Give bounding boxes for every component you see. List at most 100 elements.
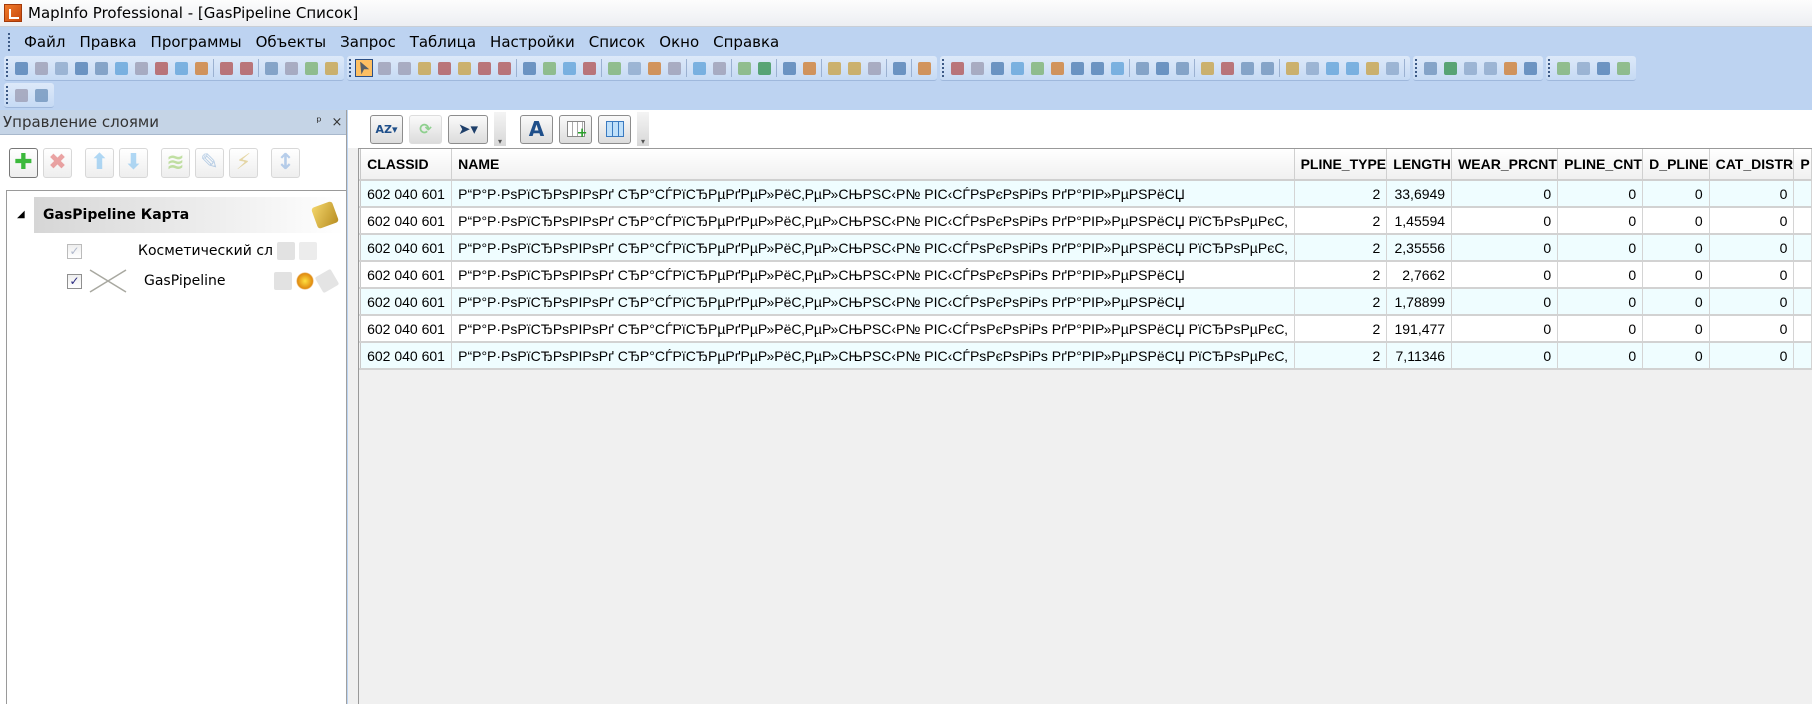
menu-6[interactable]: Настройки <box>483 33 582 51</box>
new-redistrict-button[interactable] <box>1363 59 1381 77</box>
cell-name[interactable]: Р“Р°Р·РѕРїСЂРѕРІРѕРґ СЂР°СЃРїСЂРµРґРµР»Р… <box>451 234 1295 262</box>
layer-control-button[interactable] <box>690 59 708 77</box>
zoom-in-button[interactable] <box>520 59 538 77</box>
cell-d_pline[interactable]: 0 <box>1642 315 1710 343</box>
line-style-button[interactable] <box>282 59 300 77</box>
undo-button[interactable] <box>1258 59 1276 77</box>
add-row-button[interactable]: + <box>559 114 592 144</box>
paste-button[interactable] <box>1238 59 1256 77</box>
table-row[interactable]: 602 040 601 Р“Р°Р·РѕРїСЂРѕРІРѕРґ СЂР°СЃРї… <box>359 207 1812 235</box>
cell-cat_distr[interactable]: 0 <box>1709 288 1795 316</box>
open-gis-button[interactable] <box>1554 59 1572 77</box>
cell-p[interactable] <box>1793 288 1812 316</box>
new-3d-button[interactable] <box>1383 59 1401 77</box>
sort-filter-button[interactable]: AZ▾ <box>370 114 403 144</box>
cell-cat_distr[interactable]: 0 <box>1709 342 1795 370</box>
cell-pline_cnt[interactable]: 0 <box>1557 261 1644 289</box>
layer-row-cosmetic[interactable]: ✓ Косметический сл <box>67 238 317 264</box>
cell-wear_prcnt[interactable]: 0 <box>1451 315 1559 343</box>
text-style-button[interactable] <box>322 59 340 77</box>
close-all-button[interactable] <box>1048 59 1066 77</box>
editable-icon[interactable] <box>274 272 292 290</box>
menu-7[interactable]: Список <box>582 33 653 51</box>
cell-length[interactable]: 1,45594 <box>1386 207 1453 235</box>
ellipse-button[interactable] <box>112 59 130 77</box>
world-map-button[interactable] <box>1574 59 1592 77</box>
cell-wear_prcnt[interactable]: 0 <box>1451 180 1559 208</box>
cell-cat_distr[interactable]: 0 <box>1709 315 1795 343</box>
cell-cat_distr[interactable]: 0 <box>1709 234 1795 262</box>
menu-4[interactable]: Запрос <box>333 33 403 51</box>
change-view-button[interactable] <box>560 59 578 77</box>
open-dbms-button[interactable] <box>1008 59 1026 77</box>
catalog-button[interactable] <box>1481 59 1499 77</box>
menu-5[interactable]: Таблица <box>403 33 483 51</box>
drag-map-button[interactable] <box>645 59 663 77</box>
copy-button[interactable] <box>1218 59 1236 77</box>
remove-layer-button[interactable]: ✖ <box>43 147 72 178</box>
rectangle-button[interactable] <box>132 59 150 77</box>
toolbar-grip[interactable] <box>942 59 945 77</box>
cell-d_pline[interactable]: 0 <box>1642 180 1710 208</box>
table-row[interactable]: 602 040 601 Р“Р°Р·РѕРїСЂРѕРІРѕРґ СЂР°СЃРї… <box>359 315 1812 343</box>
close-icon[interactable]: × <box>328 115 346 130</box>
toolbar-grip[interactable] <box>1548 59 1551 77</box>
visibility-checkbox[interactable]: ✓ <box>67 243 82 259</box>
statistics-button[interactable] <box>755 59 773 77</box>
cell-wear_prcnt[interactable]: 0 <box>1451 234 1559 262</box>
cell-d_pline[interactable]: 0 <box>1642 342 1710 370</box>
cell-name[interactable]: Р“Р°Р·РѕРїСЂРѕРІРѕРґ СЂР°СЃРїСЂРµРґРµР»Р… <box>451 207 1295 235</box>
cell-length[interactable]: 33,6949 <box>1386 180 1453 208</box>
column-header-cat_distr[interactable]: CAT_DISTR <box>1709 149 1795 181</box>
move-up-button[interactable]: ⬆ <box>85 147 114 178</box>
editable-icon[interactable] <box>276 242 295 260</box>
map-pin-button[interactable] <box>262 59 280 77</box>
layer-row-gaspipeline[interactable]: ✓ GasPipeline <box>67 268 340 294</box>
column-header-wear_prcnt[interactable]: WEAR_PRCNT <box>1451 149 1559 181</box>
cut-button[interactable] <box>1198 59 1216 77</box>
cell-p[interactable] <box>1793 207 1812 235</box>
toolbar-grip[interactable]: ▾ <box>494 112 506 146</box>
map-properties-icon[interactable] <box>310 200 340 230</box>
legend-designer-button[interactable] <box>12 86 30 104</box>
polygon-select-button[interactable] <box>415 59 433 77</box>
toolbar-grip[interactable] <box>8 32 11 51</box>
label-icon[interactable] <box>314 268 340 294</box>
redistrict-button[interactable] <box>915 59 933 77</box>
toolbar-grip[interactable] <box>6 86 9 104</box>
move-down-button[interactable]: ⬇ <box>119 147 148 178</box>
pick-fields-button[interactable] <box>598 114 631 144</box>
selectable-icon[interactable] <box>298 242 317 260</box>
new-mapper-button[interactable] <box>1303 59 1321 77</box>
new-layout-button[interactable] <box>1343 59 1361 77</box>
select-tool-button[interactable]: ➤▾ <box>448 114 488 144</box>
new-browser-button[interactable] <box>1133 59 1151 77</box>
collapse-triangle-icon[interactable]: ◢ <box>17 209 25 220</box>
new-table-button[interactable] <box>948 59 966 77</box>
menu-9[interactable]: Справка <box>706 33 786 51</box>
cell-d_pline[interactable]: 0 <box>1642 261 1710 289</box>
unselect-all-button[interactable] <box>455 59 473 77</box>
cell-pline_cnt[interactable]: 0 <box>1557 288 1644 316</box>
clip-region-button[interactable] <box>780 59 798 77</box>
graph-select-button[interactable] <box>495 59 513 77</box>
cell-classid[interactable]: 602 040 601 <box>360 261 453 289</box>
cell-d_pline[interactable]: 0 <box>1642 234 1710 262</box>
save-copy-button[interactable] <box>1088 59 1106 77</box>
cell-length[interactable]: 2,35556 <box>1386 234 1453 262</box>
print-pdf-button[interactable] <box>1173 59 1191 77</box>
cell-name[interactable]: Р“Р°Р·РѕРїСЂРѕРІРѕРґ СЂР°СЃРїСЂРµРґРµР»Р… <box>451 288 1295 316</box>
layer-properties-button[interactable]: ≋ <box>161 147 190 178</box>
cell-p[interactable] <box>1793 180 1812 208</box>
toolbar-grip[interactable] <box>349 59 352 77</box>
new-browser-window-button[interactable] <box>1283 59 1301 77</box>
cell-pline_cnt[interactable]: 0 <box>1557 180 1644 208</box>
column-header-d_pline[interactable]: D_PLINE <box>1642 149 1710 181</box>
cell-p[interactable] <box>1793 315 1812 343</box>
cell-length[interactable]: 1,78899 <box>1386 288 1453 316</box>
hot-link-button[interactable] <box>665 59 683 77</box>
frame-button[interactable] <box>192 59 210 77</box>
toolbar-grip[interactable] <box>1415 59 1418 77</box>
menu-8[interactable]: Окно <box>652 33 706 51</box>
line-button[interactable] <box>32 59 50 77</box>
